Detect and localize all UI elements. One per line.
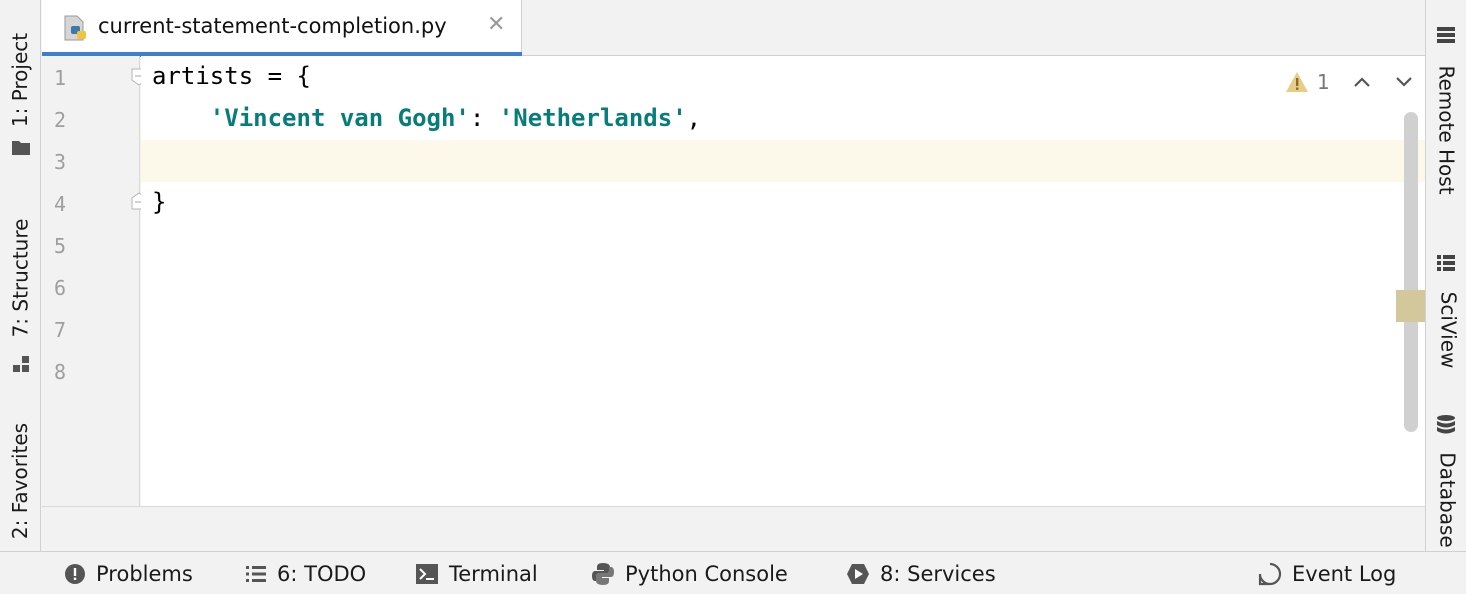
tool-tab-structure-label: 7: Structure <box>9 219 33 338</box>
line-number: 2 <box>54 108 66 132</box>
vertical-scrollbar[interactable] <box>1404 112 1418 432</box>
line-number: 5 <box>54 234 66 258</box>
code-editor[interactable]: artists = { 'Vincent van Gogh': 'Netherl… <box>141 56 1425 506</box>
tool-tab-sciview[interactable]: SciView <box>1426 250 1466 380</box>
code-line-2: 'Vincent van Gogh': 'Netherlands', <box>152 104 701 132</box>
sciview-icon <box>1436 254 1456 272</box>
editor-tab-title: current-statement-completion.py <box>98 14 447 38</box>
todo-icon <box>245 564 267 584</box>
tool-tab-sciview-label: SciView <box>1436 292 1460 369</box>
right-tool-strip: Remote Host SciView Database <box>1425 0 1466 551</box>
inspection-widget[interactable]: 1 <box>1285 68 1414 96</box>
folder-icon <box>11 138 31 156</box>
event-log-icon <box>1258 562 1282 586</box>
tool-button-event-log[interactable]: Event Log <box>1258 552 1396 594</box>
structure-icon <box>12 354 30 374</box>
bottom-tool-bar: Problems 6: TODO Terminal Python Console… <box>0 551 1466 594</box>
terminal-icon <box>415 563 439 585</box>
tool-tab-remote-host-label: Remote Host <box>1435 65 1459 194</box>
database-icon <box>1436 414 1456 438</box>
code-punctuation: , <box>687 104 701 132</box>
tool-tab-project[interactable]: 1: Project <box>0 10 41 160</box>
python-file-icon <box>62 14 90 44</box>
editor-tab[interactable]: current-statement-completion.py ✕ <box>42 0 522 56</box>
line-number-gutter: 1 2 3 4 5 6 7 8 <box>42 56 140 506</box>
python-console-icon <box>591 562 615 586</box>
remote-host-icon <box>1436 26 1456 44</box>
editor-tab-bar: current-statement-completion.py ✕ <box>42 0 1425 56</box>
tool-button-label: Terminal <box>449 562 538 586</box>
string-literal: 'Netherlands' <box>499 104 687 132</box>
tool-button-services[interactable]: 8: Services <box>846 552 996 594</box>
caret-row-highlight <box>141 140 1425 182</box>
code-separator: : <box>470 104 499 132</box>
tool-button-label: 8: Services <box>880 562 996 586</box>
problems-icon <box>64 563 86 585</box>
string-literal: 'Vincent van Gogh' <box>210 104 470 132</box>
tool-tab-favorites-label: 2: Favorites <box>9 423 33 539</box>
warning-icon <box>1285 71 1309 93</box>
services-icon <box>846 562 870 586</box>
tool-button-label: 6: TODO <box>277 562 366 586</box>
close-tab-icon[interactable]: ✕ <box>487 12 505 37</box>
tool-tab-database-label: Database <box>1436 452 1460 547</box>
tool-button-problems[interactable]: Problems <box>64 552 193 594</box>
tool-button-label: Python Console <box>625 562 788 586</box>
line-number: 1 <box>54 66 66 90</box>
tool-button-label: Event Log <box>1292 562 1396 586</box>
line-number: 7 <box>54 318 66 342</box>
code-line-4: } <box>152 188 166 216</box>
line-number: 8 <box>54 360 66 384</box>
error-stripe-marker[interactable] <box>1396 290 1425 322</box>
tool-button-label: Problems <box>96 562 193 586</box>
tool-button-terminal[interactable]: Terminal <box>415 552 538 594</box>
code-line-1: artists = { <box>152 62 311 90</box>
next-highlight-icon[interactable] <box>1394 75 1414 89</box>
line-number: 6 <box>54 276 66 300</box>
tool-tab-favorites[interactable]: 2: Favorites <box>0 415 41 551</box>
tool-tab-remote-host[interactable]: Remote Host <box>1426 20 1466 210</box>
left-tool-strip: 1: Project 7: Structure 2: Favorites <box>0 0 41 551</box>
tool-tab-project-label: 1: Project <box>9 33 33 127</box>
tool-tab-database[interactable]: Database <box>1426 410 1466 551</box>
warning-count: 1 <box>1317 70 1330 94</box>
tool-tab-structure[interactable]: 7: Structure <box>0 200 41 380</box>
code-indent <box>152 104 210 132</box>
previous-highlight-icon[interactable] <box>1352 75 1372 89</box>
line-number: 3 <box>54 150 66 174</box>
line-number: 4 <box>54 192 66 216</box>
editor-bottom-area <box>42 506 1425 551</box>
tool-button-todo[interactable]: 6: TODO <box>245 552 366 594</box>
tool-button-python-console[interactable]: Python Console <box>591 552 788 594</box>
